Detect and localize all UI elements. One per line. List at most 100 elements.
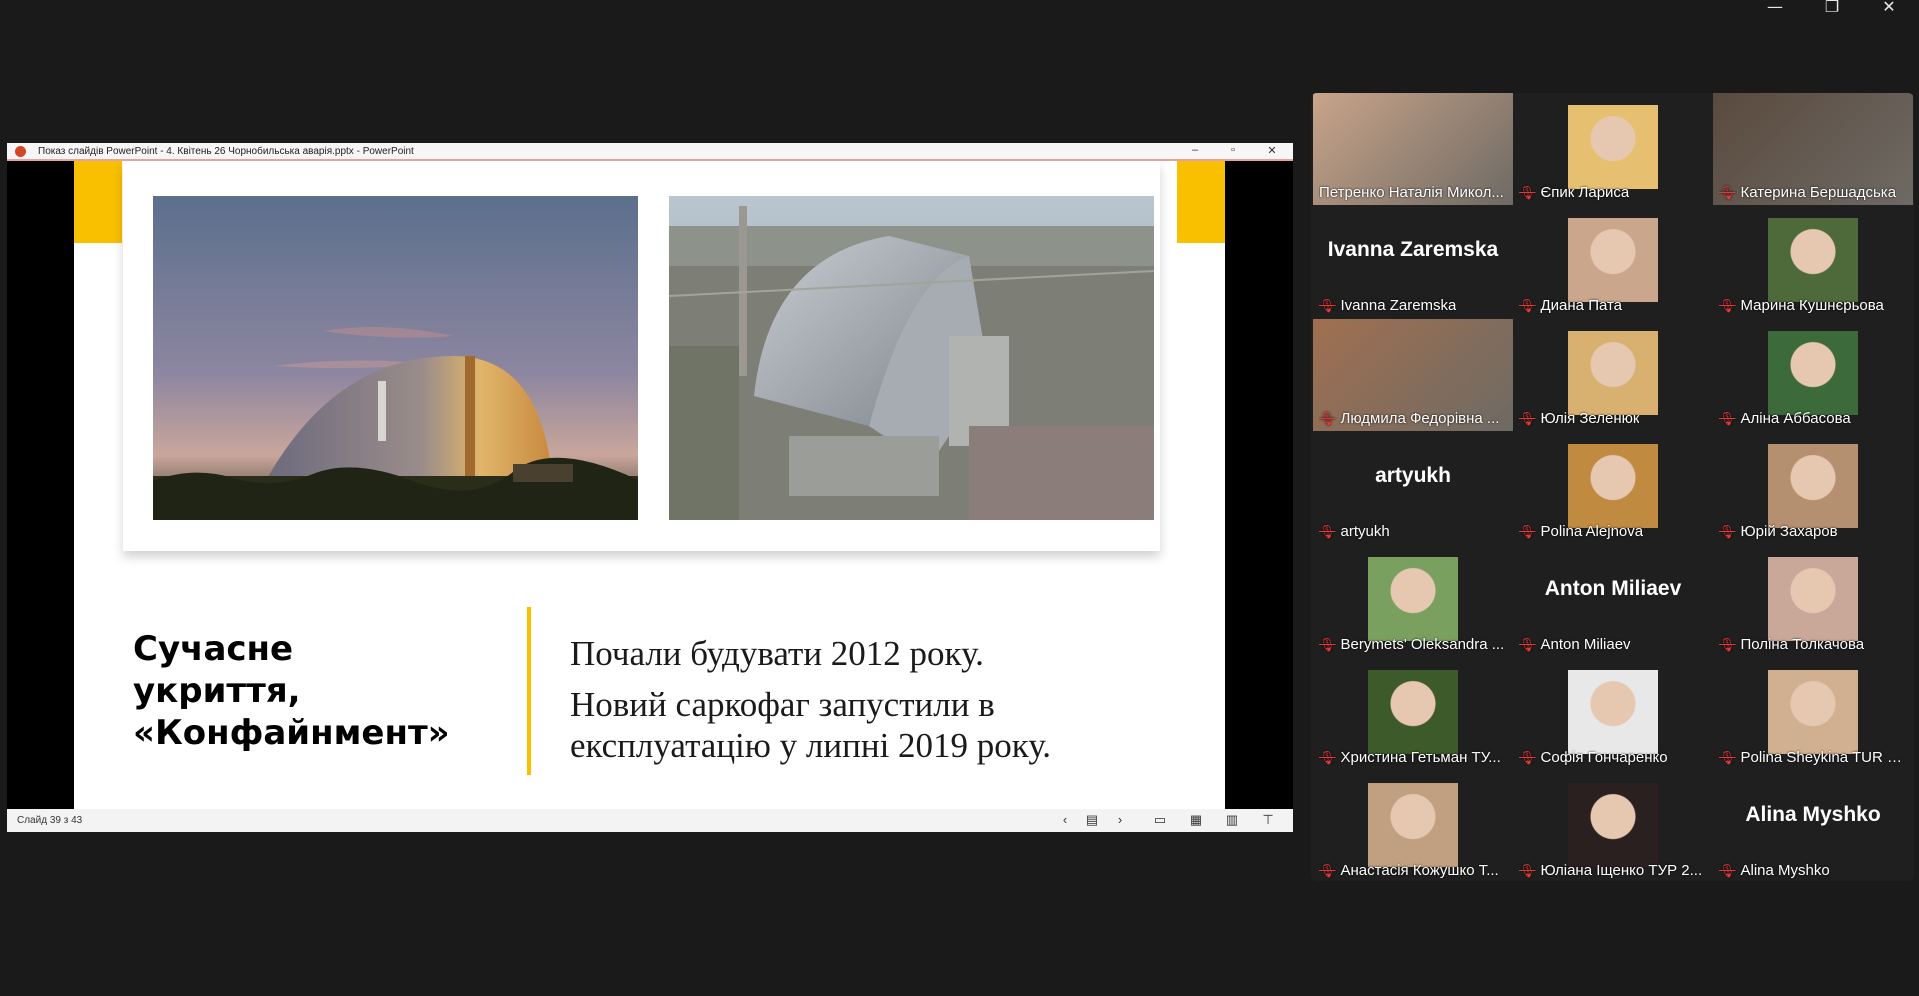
participant-name: Polina Sheykina TUR 2... [1740,749,1907,766]
yellow-divider [527,607,531,775]
yellow-accent-right [1177,161,1225,243]
muted-mic-icon: 🎙︎ [1519,411,1536,426]
participant-tile[interactable]: Alina Myshko 🎙︎ Alina Myshko [1713,771,1913,881]
confinement-sunset-photo [153,196,638,520]
heading-line-3: «Конфайнмент» [133,713,450,753]
participant-name-label: 🎙︎ Єпик Лариса [1519,184,1629,201]
participant-avatar [1768,331,1858,415]
reading-view-icon[interactable]: ▥ [1223,812,1241,828]
participant-tile[interactable]: 🎙︎ Поліна Толкачова [1713,545,1913,657]
slideshow-statusbar: Слайд 39 з 43 ‹ ▤ › ▭ ▦ ▥ ⊤ [7,809,1293,832]
participant-name: artyukh [1340,523,1390,540]
previous-slide-icon[interactable]: ‹ [1056,812,1074,827]
participant-tile[interactable]: 🎙︎ Софія Гончаренко [1513,658,1713,770]
participant-name-label: 🎙︎ Polina Sheykina TUR 2... [1719,749,1907,766]
participant-tile[interactable]: 🎙︎ Марина Кушнєрьова [1713,206,1913,318]
participant-tile[interactable]: Anton Miliaev 🎙︎ Anton Miliaev [1513,545,1713,657]
participant-tile[interactable]: Ivanna Zaremska 🎙︎ Ivanna Zaremska [1313,206,1513,318]
participant-display-name: Ivanna Zaremska [1327,238,1499,261]
ppt-close-icon[interactable]: ✕ [1262,144,1282,157]
normal-view-icon[interactable]: ▭ [1151,812,1169,828]
participant-tile[interactable]: 🎙︎ Юліана Іщенко ТУР 2... [1513,771,1713,881]
participant-name: Polina Alejnova [1540,523,1644,540]
participant-display-name: Anton Miliaev [1544,577,1682,600]
muted-mic-icon: 🎙︎ [1719,411,1736,426]
muted-mic-icon: 🎙︎ [1719,185,1736,200]
participant-tile[interactable]: artyukh 🎙︎ artyukh [1313,432,1513,544]
participant-name-label: 🎙︎ Юлія Зеленюк [1519,410,1639,427]
slide-body-line-2: Новий саркофаг запустили в [570,685,995,724]
participant-name-label: 🎙︎ Anton Miliaev [1519,636,1631,653]
participant-name-label: 🎙︎ Катерина Бершадська [1719,184,1896,201]
participant-name: Марина Кушнєрьова [1740,297,1884,314]
participant-name: Анастасія Кожушко Т... [1340,862,1499,879]
close-button[interactable]: ✕ [1869,0,1909,15]
participants-gallery: Петренко Наталія Микол... 🎙︎ Єпик Лариса 🎙︎… [1311,93,1914,881]
participant-tile[interactable]: 🎙︎ Юлія Зеленюк [1513,319,1713,431]
participant-name-label: 🎙︎ Марина Кушнєрьова [1719,297,1884,314]
participant-avatar [1568,105,1658,189]
participant-avatar [1768,670,1858,754]
participant-tile[interactable]: 🎙︎ Polina Sheykina TUR 2... [1713,658,1913,770]
participant-name: Єпик Лариса [1540,184,1630,201]
participant-tile[interactable]: 🎙︎ Диана Пата [1513,206,1713,318]
minimize-button[interactable]: — [1755,0,1795,15]
muted-mic-icon: 🎙︎ [1719,750,1736,765]
participant-name-label: 🎙︎ Alina Myshko [1719,862,1830,879]
muted-mic-icon: 🎙︎ [1719,637,1736,652]
slide-heading: Сучасне укриття, «Конфайнмент» [133,628,450,754]
heading-line-1: Сучасне [133,629,294,669]
muted-mic-icon: 🎙︎ [1519,863,1536,878]
powerpoint-window: Показ слайдів PowerPoint - 4. Квітень 26… [7,143,1293,832]
participant-tile[interactable]: 🎙︎ Berymets' Oleksandra ... [1313,545,1513,657]
participant-name: Юрій Захаров [1740,523,1838,540]
participant-avatar [1368,670,1458,754]
muted-mic-icon: 🎙︎ [1519,524,1536,539]
participant-name: Юліана Іщенко ТУР 2... [1540,862,1703,879]
participant-name-label: 🎙︎ Berymets' Oleksandra ... [1319,636,1504,653]
participant-name: Петренко Наталія Микол... [1319,184,1504,201]
participant-name: Диана Пата [1540,297,1623,314]
ppt-minimize-icon[interactable]: – [1185,144,1205,156]
participant-tile[interactable]: 🎙︎ Анастасія Кожушко Т... [1313,771,1513,881]
participant-tile[interactable]: Петренко Наталія Микол... [1313,93,1513,205]
participant-name: Софія Гончаренко [1540,749,1668,766]
participant-display-name: artyukh [1375,464,1451,487]
participant-name: Юлія Зеленюк [1540,410,1640,427]
muted-mic-icon: 🎙︎ [1319,637,1336,652]
participant-name-label: Петренко Наталія Микол... [1319,184,1504,201]
participant-name-label: 🎙︎ Христина Гетьман ТУ... [1319,749,1501,766]
muted-mic-icon: 🎙︎ [1719,524,1736,539]
participant-name: Alina Myshko [1740,862,1830,879]
participant-name: Аліна Аббасова [1740,410,1851,427]
participant-tile[interactable]: 🎙︎ Polina Alejnova [1513,432,1713,544]
muted-mic-icon: 🎙︎ [1519,298,1536,313]
participant-tile[interactable]: 🎙︎ Катерина Бершадська [1713,93,1913,205]
participant-name-label: 🎙︎ Аліна Аббасова [1719,410,1851,427]
muted-mic-icon: 🎙︎ [1319,863,1336,878]
muted-mic-icon: 🎙︎ [1519,185,1536,200]
participant-avatar [1368,557,1458,641]
yellow-accent-left [74,161,122,243]
participant-tile[interactable]: 🎙︎ Єпик Лариса [1513,93,1713,205]
participant-avatar [1768,444,1858,528]
restore-button[interactable]: ❐ [1812,0,1852,15]
window-title: Показ слайдів PowerPoint - 4. Квітень 26… [38,146,414,157]
participant-tile[interactable]: 🎙︎ Юрій Захаров [1713,432,1913,544]
participant-name-label: 🎙︎ Софія Гончаренко [1519,749,1668,766]
participant-name-label: 🎙︎ artyukh [1319,523,1390,540]
participant-tile[interactable]: 🎙︎ Людмила Федорівна ... [1313,319,1513,431]
slide[interactable]: Сучасне укриття, «Конфайнмент» Почали бу… [74,161,1225,809]
slide-counter: Слайд 39 з 43 [17,815,83,826]
ppt-restore-icon[interactable]: ▫ [1223,144,1243,156]
participant-tile[interactable]: 🎙︎ Аліна Аббасова [1713,319,1913,431]
participant-tile[interactable]: 🎙︎ Христина Гетьман ТУ... [1313,658,1513,770]
participant-name: Ivanna Zaremska [1340,297,1457,314]
slide-body-line-1: Почали будувати 2012 року. [570,634,984,673]
participant-name-label: 🎙︎ Анастасія Кожушко Т... [1319,862,1499,879]
slide-sorter-icon[interactable]: ▤ [1083,812,1101,828]
presenter-view-icon[interactable]: ⊤ [1259,812,1277,828]
next-slide-icon[interactable]: › [1111,812,1129,827]
grid-view-icon[interactable]: ▦ [1187,812,1205,828]
participant-name-label: 🎙︎ Юліана Іщенко ТУР 2... [1519,862,1702,879]
